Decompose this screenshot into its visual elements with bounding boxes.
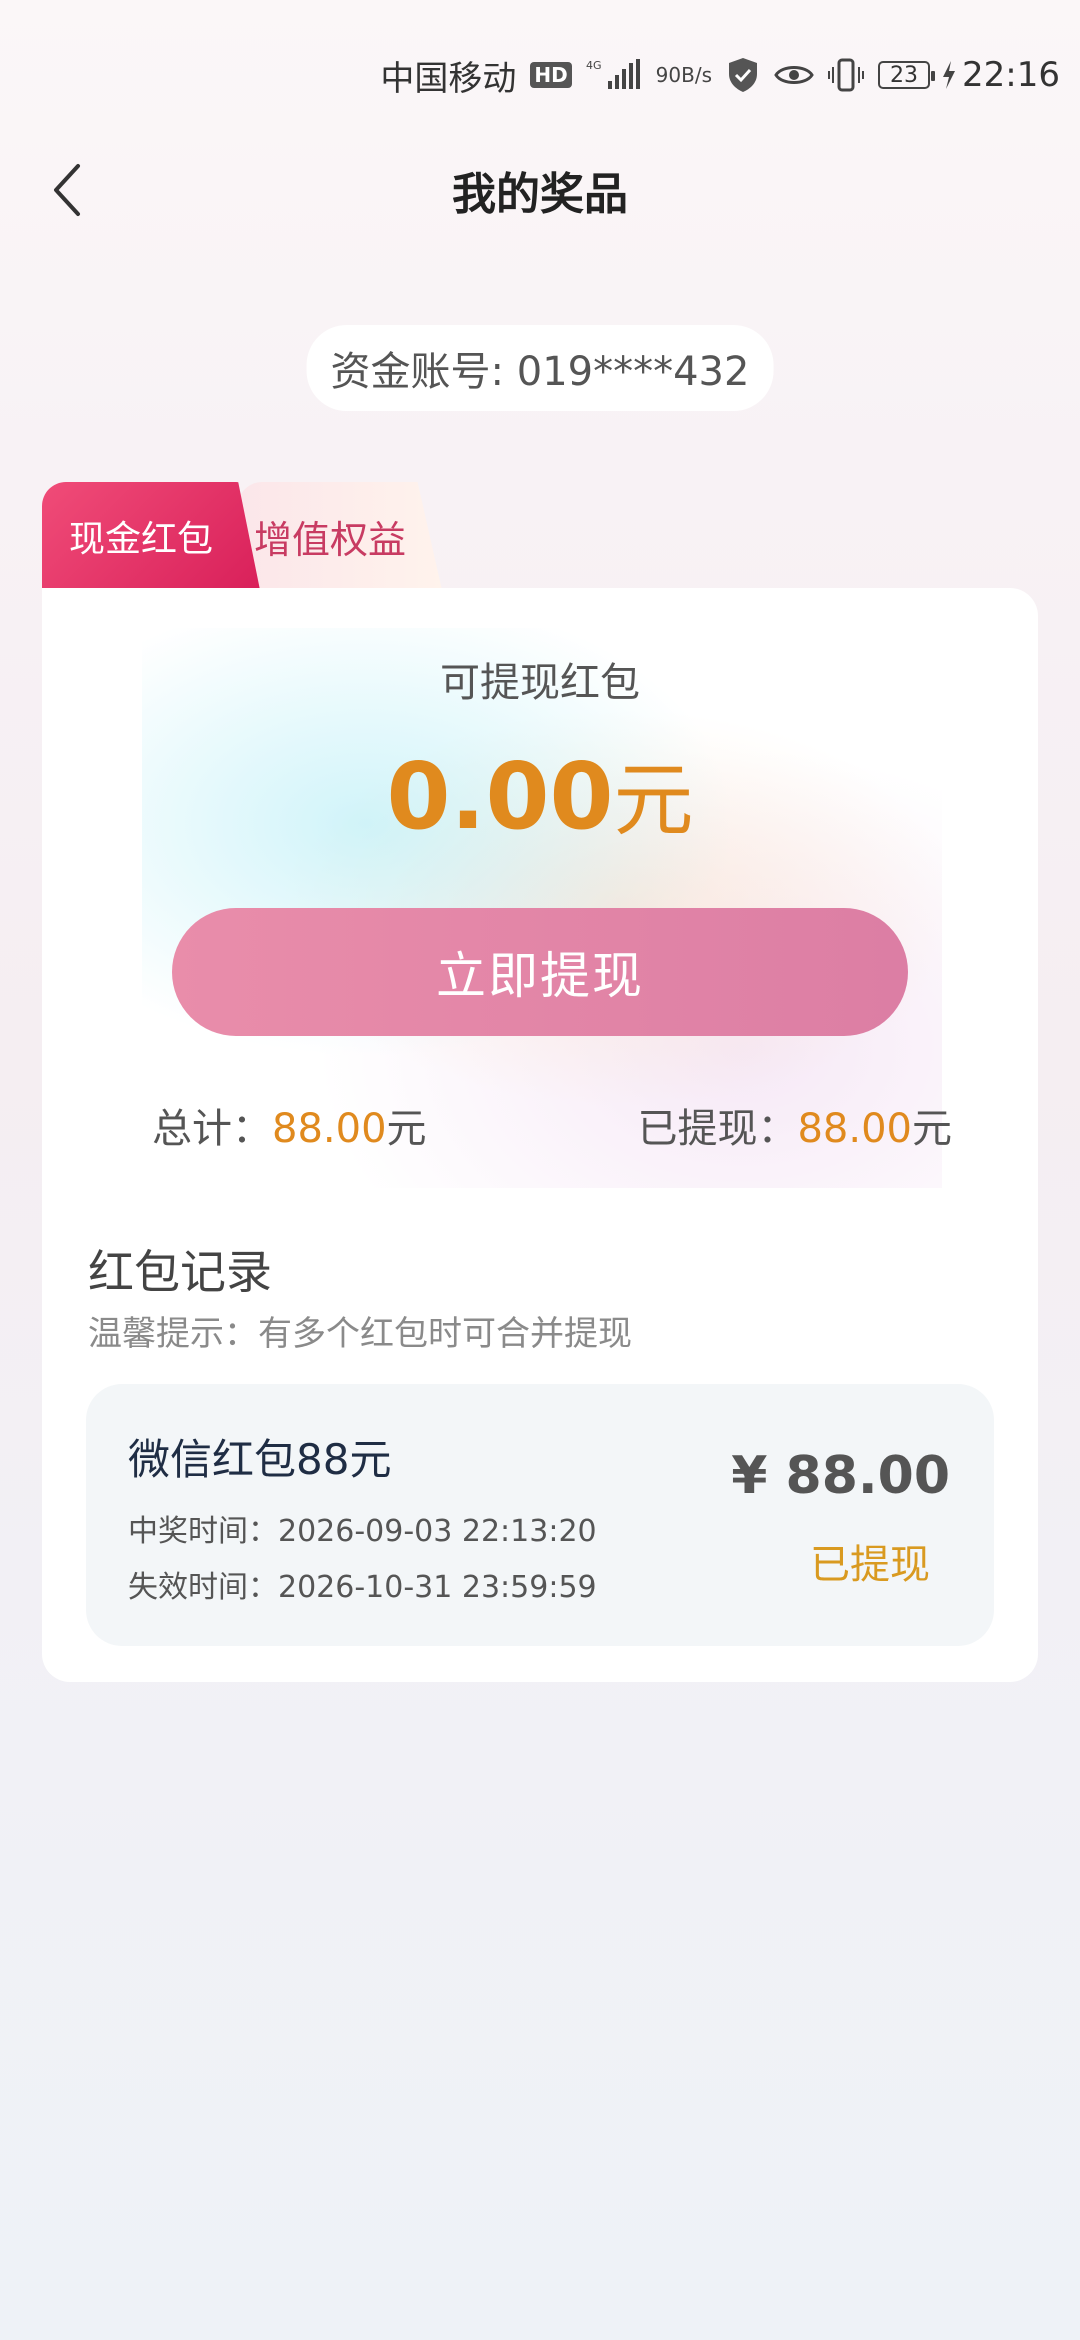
record-amount: ¥ 88.00 — [731, 1446, 950, 1506]
battery-icon: 23 — [878, 61, 936, 89]
withdrawn-label: 已提现： — [637, 1106, 798, 1152]
withdrawable-label: 可提现红包 — [440, 660, 640, 706]
balance-amount: 0.00 — [386, 743, 614, 850]
total-value: 88.00 — [272, 1106, 387, 1152]
withdrawn-unit: 元 — [912, 1106, 952, 1152]
withdrawable-balance: 0.00元 — [42, 736, 1038, 852]
record-item[interactable]: 微信红包88元 中奖时间：2026-09-03 22:13:20 失效时间：20… — [86, 1384, 994, 1646]
back-button[interactable] — [36, 158, 100, 222]
back-arrow-icon — [54, 164, 80, 216]
record-title: 微信红包88元 — [128, 1435, 392, 1484]
total-stat: 总计：88.00元 — [152, 1096, 427, 1154]
eye-icon — [774, 61, 814, 89]
total-unit: 元 — [386, 1106, 427, 1152]
account-number: 资金账号: 019****432 — [306, 325, 774, 411]
record-win-time: 中奖时间：2026-09-03 22:13:20 — [128, 1514, 597, 1549]
shield-icon — [726, 56, 760, 94]
tab-value-added-benefits[interactable]: 增值权益 — [238, 482, 442, 590]
withdrawn-value: 88.00 — [797, 1106, 912, 1152]
speed-value: 90 — [655, 63, 682, 87]
withdrawn-stat: 已提现：88.00元 — [637, 1096, 952, 1154]
record-expire-time: 失效时间：2026-10-31 23:59:59 — [128, 1570, 597, 1605]
red-packet-card: 可提现红包 0.00元 立即提现 总计：88.00元 已提现：88.00元 红包… — [42, 588, 1038, 1682]
balance-unit: 元 — [613, 754, 694, 847]
hd-badge: HD — [530, 62, 572, 88]
carrier-name: 中国移动 — [380, 58, 517, 99]
svg-text:4G: 4G — [586, 59, 602, 72]
clock: 22:16 — [962, 55, 1060, 95]
withdraw-now-button[interactable]: 立即提现 — [172, 908, 908, 1036]
status-bar: 中国移动 HD 4G 90 B/s 23 22:16 — [0, 0, 1080, 150]
vibrate-icon — [828, 57, 865, 93]
network-speed: 90 B/s — [656, 63, 712, 87]
speed-unit: B/s — [681, 63, 713, 87]
tab-cash-red-packet[interactable]: 现金红包 — [42, 482, 260, 590]
page-title: 我的奖品 — [452, 169, 628, 220]
record-status: 已提现 — [810, 1542, 930, 1588]
charging-icon — [942, 61, 956, 89]
records-title: 红包记录 — [88, 1245, 272, 1299]
signal-icon: 4G — [586, 57, 642, 93]
total-label: 总计： — [152, 1106, 272, 1152]
records-tip: 温馨提示：有多个红包时可合并提现 — [88, 1314, 632, 1354]
header: 我的奖品 — [0, 140, 1080, 240]
